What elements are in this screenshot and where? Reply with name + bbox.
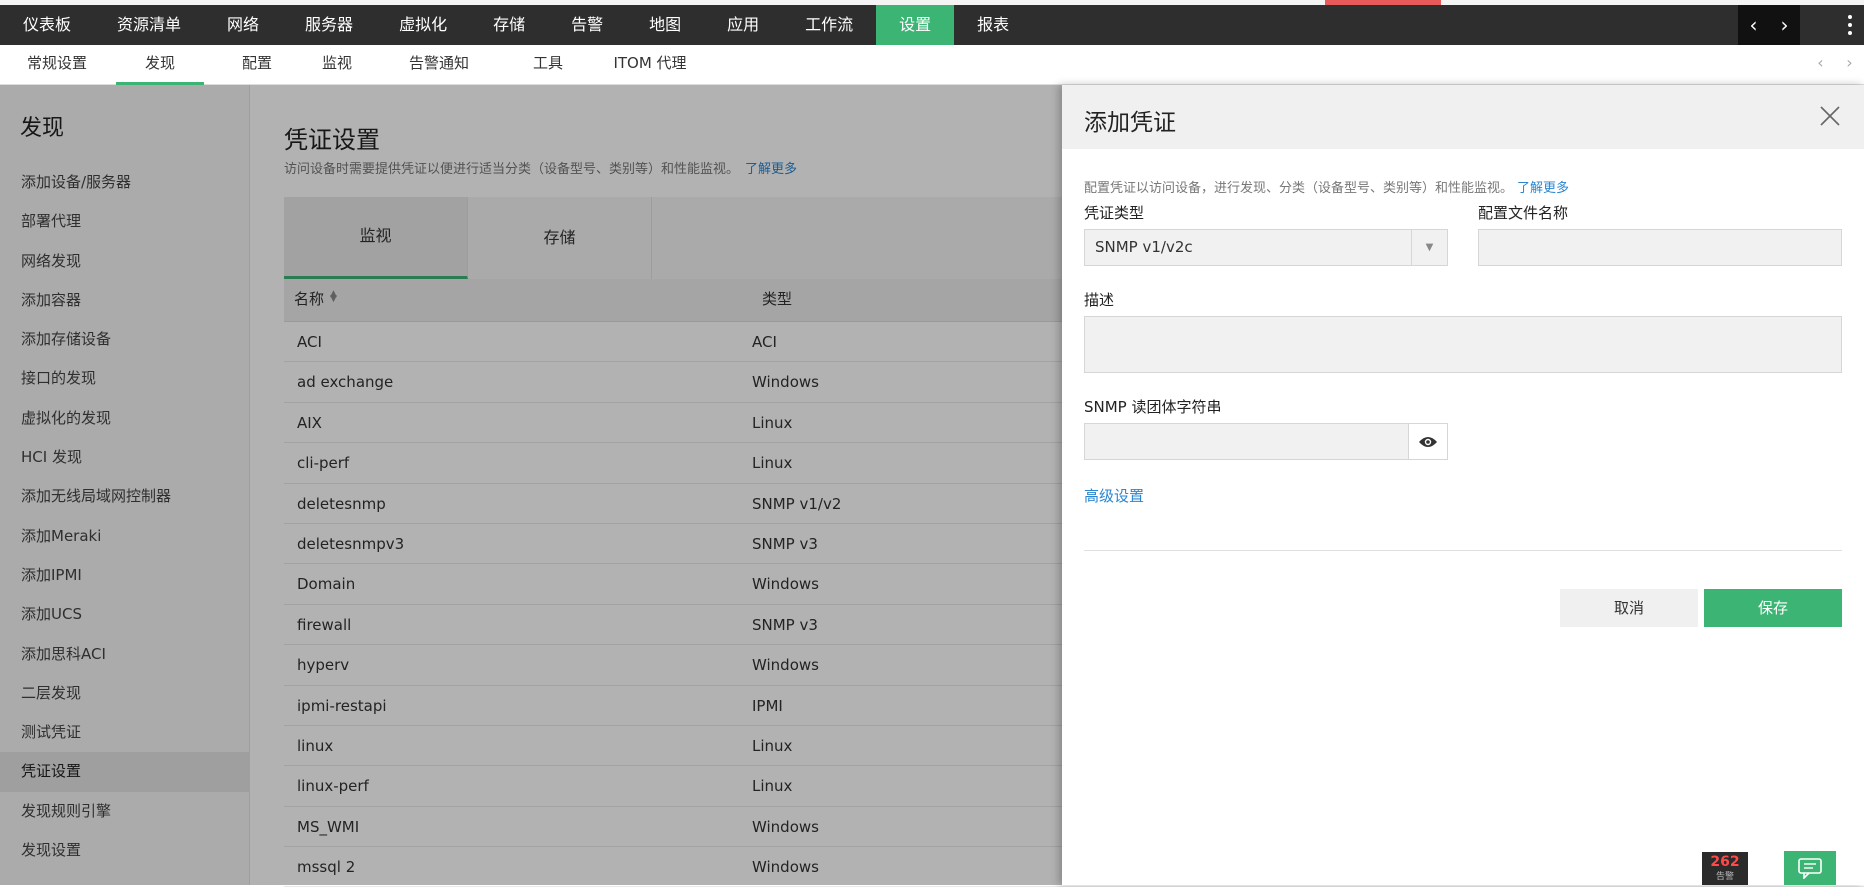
topnav-item[interactable]: 存储 (470, 5, 548, 45)
topnav-item[interactable]: 报表 (954, 5, 1032, 45)
chevron-right-icon[interactable]: › (1781, 13, 1789, 37)
subnav-item[interactable]: 监视 (292, 45, 382, 85)
sub-navigation: ‹ › 常规设置 发现 配置 监视 告警通知 工具 ITOM 代理 (0, 45, 1864, 85)
cancel-button[interactable]: 取消 (1560, 589, 1698, 627)
subnav-item[interactable]: ITOM 代理 (596, 45, 704, 85)
eye-icon[interactable] (1408, 423, 1448, 460)
top-navigation: 仪表板 资源清单 网络 服务器 虚拟化 存储 告警 地图 应用 工作流 设置 报表 ‹ › (0, 5, 1864, 45)
topnav-item[interactable]: 服务器 (282, 5, 376, 45)
alarm-count-badge[interactable]: 262 告警 (1702, 852, 1748, 885)
description-label: 描述 (1084, 291, 1115, 309)
profile-name-label: 配置文件名称 (1478, 204, 1569, 222)
alarm-count: 262 (1710, 854, 1740, 870)
topnav-item[interactable]: 仪表板 (0, 5, 94, 45)
modal-backdrop[interactable] (0, 85, 1062, 885)
more-options-icon[interactable] (1836, 5, 1864, 45)
alarm-label: 告警 (1715, 872, 1734, 882)
advanced-settings-link[interactable]: 高级设置 (1084, 485, 1144, 506)
credential-type-value: SNMP v1/v2c (1095, 238, 1193, 256)
credential-type-label: 凭证类型 (1084, 204, 1145, 222)
panel-title: 添加凭证 (1084, 110, 1176, 136)
close-icon[interactable] (1815, 101, 1845, 131)
snmp-community-label: SNMP 读团体字符串 (1084, 398, 1222, 416)
panel-description: 配置凭证以访问设备，进行发现、分类（设备型号、类别等）和性能监视。 了解更多 (1084, 177, 1569, 196)
chevron-down-icon[interactable]: ▼ (1411, 230, 1447, 265)
chevron-left-icon[interactable]: ‹ (1750, 13, 1758, 37)
subnav-item[interactable]: 发现 (116, 45, 204, 85)
divider (1084, 550, 1842, 551)
panel-header: 添加凭证 (1062, 85, 1864, 149)
topnav-item[interactable]: 网络 (204, 5, 282, 45)
topnav-item[interactable]: 告警 (548, 5, 626, 45)
subnav-item[interactable]: 告警通知 (380, 45, 498, 85)
add-credential-panel: 添加凭证 配置凭证以访问设备，进行发现、分类（设备型号、类别等）和性能监视。 了解… (1062, 85, 1864, 885)
topnav-scroll-arrows[interactable]: ‹ › (1738, 5, 1800, 45)
credential-type-select[interactable]: SNMP v1/v2c ▼ (1084, 229, 1448, 266)
chat-icon[interactable] (1784, 851, 1836, 885)
topnav-item[interactable]: 资源清单 (94, 5, 204, 45)
subnav-item[interactable]: 工具 (505, 45, 591, 85)
topnav-item[interactable]: 虚拟化 (376, 5, 470, 45)
chevron-left-icon[interactable]: ‹ (1817, 53, 1823, 77)
snmp-community-input[interactable] (1084, 423, 1409, 460)
topnav-item[interactable]: 设置 (876, 5, 955, 45)
topnav-item[interactable]: 应用 (704, 5, 782, 45)
profile-name-input[interactable] (1478, 229, 1842, 266)
chevron-right-icon[interactable]: › (1846, 53, 1852, 77)
description-textarea[interactable] (1084, 316, 1842, 373)
panel-learn-more-link[interactable]: 了解更多 (1517, 181, 1569, 196)
topnav-item[interactable]: 工作流 (782, 5, 876, 45)
subnav-item[interactable]: 常规设置 (12, 45, 102, 85)
panel-description-text: 配置凭证以访问设备，进行发现、分类（设备型号、类别等）和性能监视。 (1084, 181, 1514, 196)
save-button[interactable]: 保存 (1704, 589, 1842, 627)
subnav-scroll-arrows[interactable]: ‹ › (1806, 53, 1864, 77)
topnav-item[interactable]: 地图 (626, 5, 704, 45)
subnav-item[interactable]: 配置 (221, 45, 293, 85)
